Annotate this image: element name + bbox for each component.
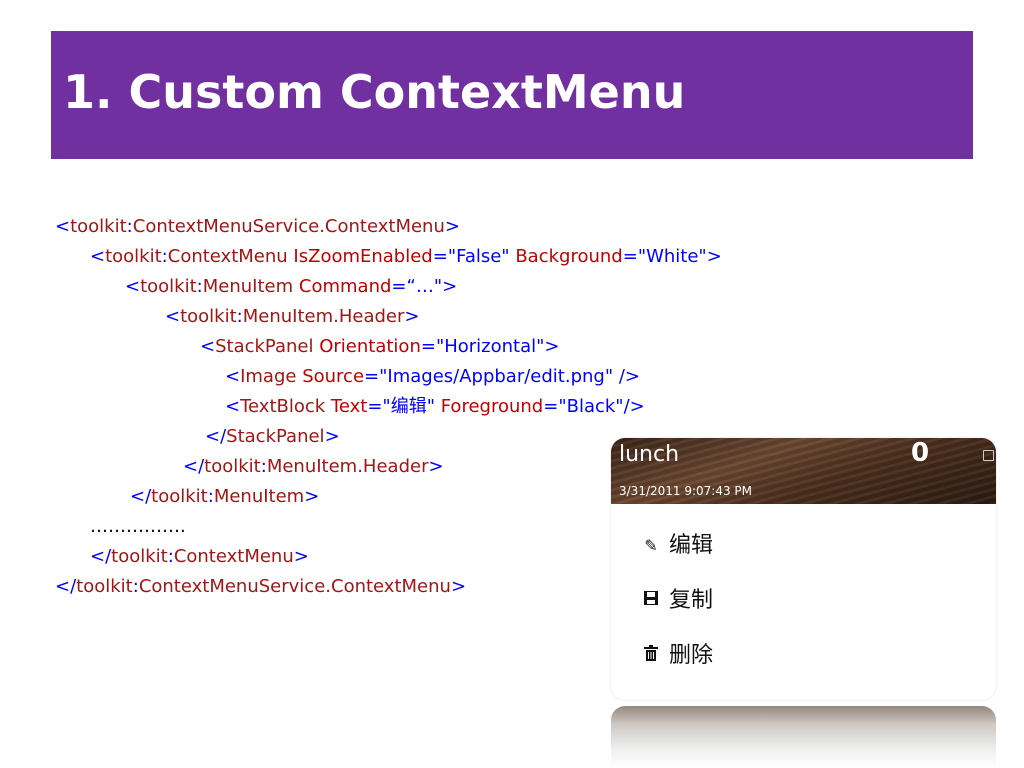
- item-count: 0: [911, 438, 930, 468]
- trash-icon: [641, 641, 661, 671]
- code-line-7: <TextBlock Text="编辑" Foreground="Black"/…: [225, 396, 645, 417]
- menu-item-delete[interactable]: 删除: [641, 641, 713, 671]
- code-line-9: </toolkit:MenuItem.Header>: [183, 456, 444, 477]
- menu-item-label: 复制: [669, 588, 714, 613]
- menu-item-copy[interactable]: 复制: [641, 586, 713, 616]
- code-line-3: <toolkit:MenuItem Command=“…">: [125, 276, 458, 297]
- code-line-2: <toolkit:ContextMenu IsZoomEnabled="Fals…: [90, 246, 722, 267]
- code-line-4: <toolkit:MenuItem.Header>: [165, 306, 420, 327]
- code-line-8: </StackPanel>: [205, 426, 340, 447]
- code-line-5: <StackPanel Orientation="Horizontal">: [200, 336, 560, 357]
- phone-screenshot: lunch 0 3/31/2011 9:07:43 PM ✎ 编辑 复制 删除: [611, 438, 996, 700]
- code-line-10: </toolkit:MenuItem>: [130, 486, 320, 507]
- code-line-13: </toolkit:ContextMenuService.ContextMenu…: [55, 576, 467, 597]
- code-line-6: <Image Source="Images/Appbar/edit.png" /…: [225, 366, 640, 387]
- menu-item-label: 删除: [669, 643, 714, 668]
- code-line-11: …………….: [90, 516, 186, 537]
- menu-item-label: 编辑: [669, 533, 714, 558]
- item-title: lunch: [619, 442, 680, 467]
- save-icon: [641, 586, 661, 616]
- phone-reflection: [611, 706, 996, 768]
- item-date: 3/31/2011 9:07:43 PM: [619, 484, 753, 498]
- title-bar: 1. Custom ContextMenu: [51, 31, 973, 159]
- code-line-1: <toolkit:ContextMenuService.ContextMenu>: [55, 216, 460, 237]
- code-line-12: </toolkit:ContextMenu>: [90, 546, 309, 567]
- phone-header: lunch 0 3/31/2011 9:07:43 PM: [611, 438, 996, 504]
- slide-title: 1. Custom ContextMenu: [63, 65, 686, 119]
- edit-icon: ✎: [644, 536, 658, 555]
- lock-icon: [983, 450, 994, 461]
- menu-item-edit[interactable]: ✎ 编辑: [641, 531, 713, 561]
